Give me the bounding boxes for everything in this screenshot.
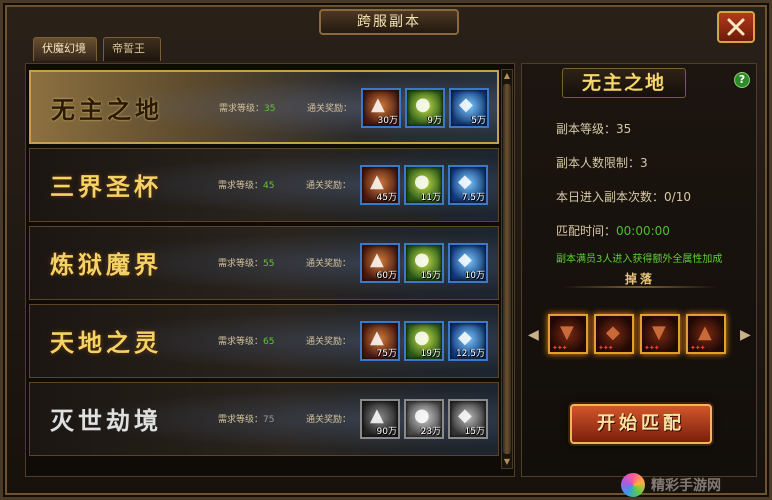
dungeon-row[interactable]: 灭世劫境 需求等级：75 通关奖励： ▲ 90万 ● 23万 ◆ 15万	[29, 382, 499, 456]
dungeon-name: 灭世劫境	[50, 406, 162, 435]
reward-label: 通关奖励：	[306, 415, 352, 425]
dungeon-list: 无主之地 需求等级：35 通关奖励： ▲ 30万 ● 9万 ◆ 5万 三界圣杯 需求等…	[25, 63, 515, 477]
dungeon-name: 三界圣杯	[50, 172, 162, 201]
boots-icon[interactable]: ▲ ✦✦✦	[686, 314, 726, 354]
exp-scroll-icon[interactable]: ▲ 90万	[360, 399, 400, 439]
dungeon-row[interactable]: 无主之地 需求等级：35 通关奖励： ▲ 30万 ● 9万 ◆ 5万	[29, 70, 499, 144]
helmet-icon[interactable]: ◆ ✦✦✦	[594, 314, 634, 354]
player-limit-info: 副本人数限制：3	[556, 156, 648, 170]
level-requirement: 需求等级：35	[219, 104, 276, 114]
dungeon-level-info: 副本等级：35	[556, 122, 632, 136]
close-icon	[727, 18, 745, 36]
list-scrollbar[interactable]: ▲ ▼	[501, 69, 513, 469]
reward-label: 通关奖励：	[307, 104, 353, 114]
spirit-crystal-icon[interactable]: ◆ 7.5万	[448, 165, 488, 205]
tab-fumo-huanjing[interactable]: 伏魔幻境	[33, 37, 97, 61]
drop-title: 掉落	[624, 272, 655, 286]
help-icon[interactable]: ?	[734, 72, 750, 88]
gold-coins-icon[interactable]: ● 15万	[404, 243, 444, 283]
dungeon-detail-panel: 无主之地 ? 副本等级：35 副本人数限制：3 本日进入副本次数：0/10 匹配…	[521, 63, 757, 477]
dungeon-row[interactable]: 三界圣杯 需求等级：45 通关奖励： ▲ 45万 ● 11万 ◆ 7.5万	[29, 148, 499, 222]
exp-scroll-icon[interactable]: ▲ 30万	[361, 88, 401, 128]
detail-title: 无主之地	[562, 68, 686, 98]
exp-scroll-icon[interactable]: ▲ 75万	[360, 321, 400, 361]
reward-label: 通关奖励：	[306, 259, 352, 269]
site-watermark: 精彩手游网	[621, 471, 771, 499]
armor-icon[interactable]: ▼ ✦✦✦	[640, 314, 680, 354]
flower-logo-icon	[621, 473, 645, 497]
spirit-crystal-icon[interactable]: ◆ 12.5万	[448, 321, 488, 361]
spirit-crystal-icon[interactable]: ◆ 10万	[448, 243, 488, 283]
scroll-up-icon[interactable]: ▲	[502, 71, 512, 81]
dungeon-name: 天地之灵	[50, 328, 162, 357]
daily-entries-info: 本日进入副本次数：0/10	[556, 190, 691, 204]
tab-dishi-wangling[interactable]: 帝誓王陵	[103, 37, 161, 77]
next-arrow-icon[interactable]: ▶	[740, 327, 751, 343]
level-requirement: 需求等级：45	[218, 181, 275, 191]
gold-coins-icon[interactable]: ● 23万	[404, 399, 444, 439]
level-requirement: 需求等级：55	[218, 259, 275, 269]
gold-coins-icon[interactable]: ● 19万	[404, 321, 444, 361]
dungeon-name: 无主之地	[51, 95, 163, 124]
exp-scroll-icon[interactable]: ▲ 60万	[360, 243, 400, 283]
scroll-down-icon[interactable]: ▼	[502, 457, 512, 467]
gold-coins-icon[interactable]: ● 11万	[404, 165, 444, 205]
spirit-crystal-icon[interactable]: ◆ 5万	[449, 88, 489, 128]
gold-coins-icon[interactable]: ● 9万	[405, 88, 445, 128]
dungeon-row[interactable]: 天地之灵 需求等级：65 通关奖励： ▲ 75万 ● 19万 ◆ 12.5万	[29, 304, 499, 378]
dungeon-name: 炼狱魔界	[50, 250, 162, 279]
dungeon-row[interactable]: 炼狱魔界 需求等级：55 通关奖励： ▲ 60万 ● 15万 ◆ 10万	[29, 226, 499, 300]
level-requirement: 需求等级：65	[218, 337, 275, 347]
start-match-button[interactable]: 开始匹配	[570, 404, 712, 444]
close-button[interactable]	[717, 11, 755, 43]
reward-label: 通关奖励：	[306, 181, 352, 191]
full-team-bonus-text: 副本满员3人进入获得额外全属性加成	[556, 254, 723, 265]
level-requirement: 需求等级：75	[218, 415, 275, 425]
dungeon-window: 跨服副本 伏魔幻境 帝誓王陵 无主之地 需求等级：35 通关奖励： ▲30万 ●…	[0, 0, 772, 500]
exp-scroll-icon[interactable]: ▲ 45万	[360, 165, 400, 205]
window-title: 跨服副本	[319, 9, 459, 35]
prev-arrow-icon[interactable]: ◀	[528, 327, 539, 343]
scroll-thumb[interactable]	[503, 84, 511, 454]
reward-label: 通关奖励：	[306, 337, 352, 347]
spirit-crystal-icon[interactable]: ◆ 15万	[448, 399, 488, 439]
armor-icon[interactable]: ▼ ✦✦✦	[548, 314, 588, 354]
drop-divider	[562, 286, 718, 288]
match-time-info: 匹配时间：00:00:00	[556, 224, 670, 238]
